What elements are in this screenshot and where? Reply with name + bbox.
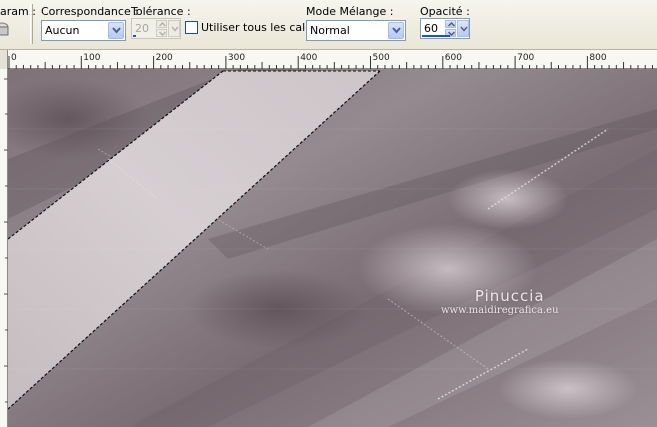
- blend-mode-label: Mode Mélange :: [306, 5, 394, 18]
- chevron-down-icon[interactable]: [388, 22, 404, 39]
- chevron-down-icon[interactable]: [457, 20, 469, 37]
- opacity-spinner[interactable]: 60: [420, 18, 470, 39]
- chevron-down-icon[interactable]: [168, 20, 180, 37]
- all-layers-checkbox[interactable]: [185, 21, 198, 34]
- bucket-icon: [0, 21, 9, 37]
- toolbar-grip[interactable]: [30, 4, 33, 44]
- ruler-tick-label: 200: [156, 53, 173, 63]
- ruler-tick-label: 600: [445, 53, 462, 63]
- tolerance-level-bar: [133, 35, 136, 37]
- ruler-tick-label: 800: [589, 53, 606, 63]
- watermark: Pinuccia www.maidiregrafica.eu: [441, 287, 559, 316]
- ruler-corner: [0, 50, 8, 69]
- opacity-label: Opacité :: [420, 5, 470, 18]
- tolerance-value: 20: [135, 22, 149, 35]
- chevron-down-icon[interactable]: [108, 22, 124, 39]
- tolerance-spinner[interactable]: 20: [131, 18, 181, 39]
- correspondance-value: Aucun: [45, 24, 80, 37]
- watermark-url: www.maidiregrafica.eu: [441, 305, 559, 316]
- canvas-artwork: [8, 69, 657, 427]
- vertical-ruler: [0, 69, 8, 427]
- ruler-tick-label: 100: [83, 53, 100, 63]
- correspondance-label: Correspondance :: [41, 5, 138, 18]
- watermark-name: Pinuccia: [474, 287, 545, 305]
- spin-up-icon[interactable]: [445, 20, 456, 28]
- opacity-value: 60: [424, 22, 438, 35]
- blend-mode-select[interactable]: Normal: [306, 20, 406, 41]
- ruler-tick-label: 0: [11, 53, 17, 63]
- ruler-ticks: 0 100 200 300 400 500 600 700 800: [8, 53, 653, 69]
- spin-up-icon[interactable]: [156, 20, 167, 28]
- spin-down-icon[interactable]: [156, 29, 167, 37]
- tolerance-label: Tolérance :: [131, 5, 191, 18]
- correspondance-select[interactable]: Aucun: [41, 20, 126, 41]
- ruler-tick-label: 500: [373, 53, 390, 63]
- ruler-tick-label: 700: [517, 53, 534, 63]
- ruler-tick-label: 300: [228, 53, 245, 63]
- horizontal-ruler: 0 100 200 300 400 500 600 700 800: [0, 50, 657, 69]
- tool-options-bar: aram.: Correspondance : Aucun Tolérance …: [0, 0, 657, 50]
- image-canvas[interactable]: Pinuccia www.maidiregrafica.eu: [8, 69, 657, 427]
- opacity-level-bar: [422, 35, 450, 37]
- ruler-tick-label: 400: [300, 53, 317, 63]
- blend-mode-value: Normal: [310, 24, 350, 37]
